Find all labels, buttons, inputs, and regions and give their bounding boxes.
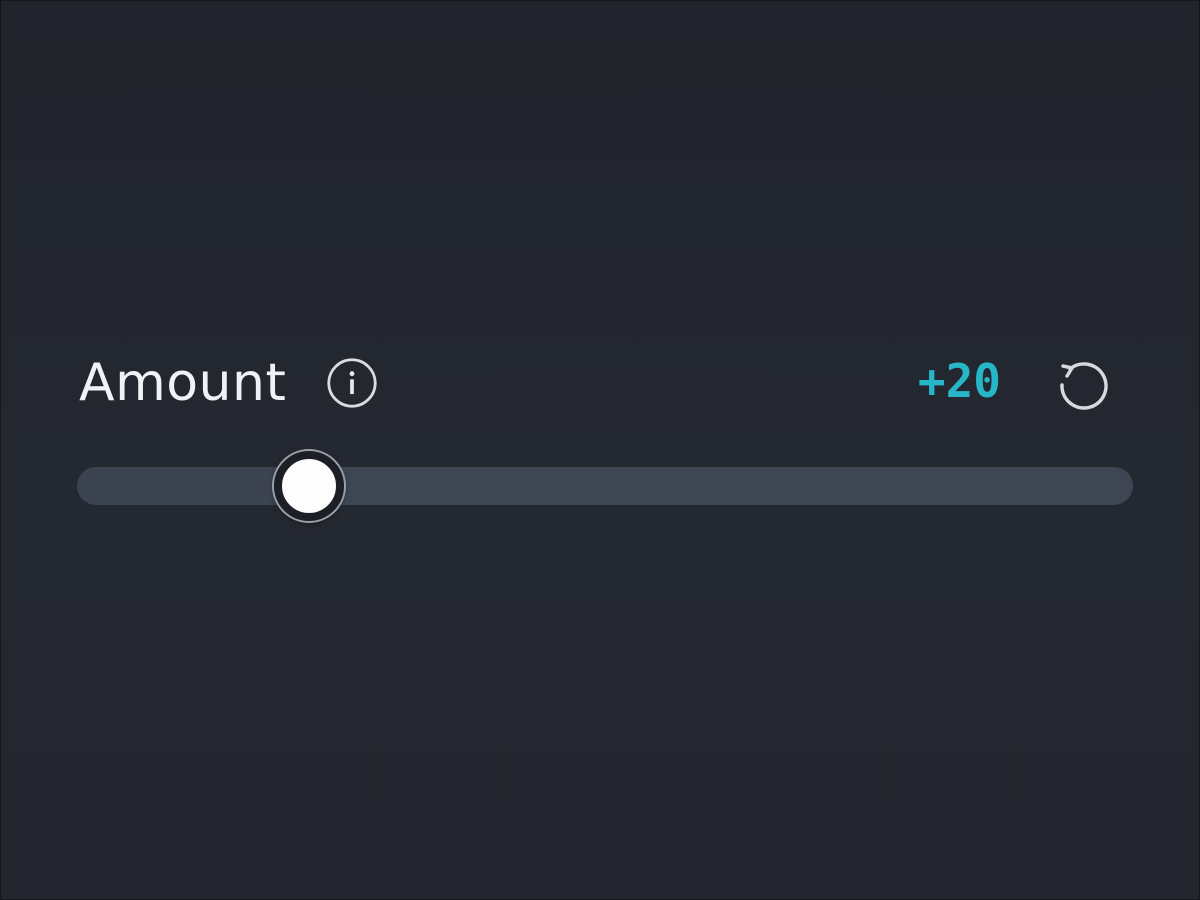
reset-icon[interactable] [1053, 355, 1109, 411]
amount-label: Amount [79, 353, 287, 413]
amount-header: Amount [79, 351, 378, 415]
amount-value: +20 [917, 354, 1001, 408]
info-icon[interactable] [326, 357, 378, 409]
adjustment-panel: Amount +20 [0, 0, 1200, 900]
amount-slider[interactable] [77, 451, 1133, 521]
slider-thumb[interactable] [274, 451, 344, 521]
